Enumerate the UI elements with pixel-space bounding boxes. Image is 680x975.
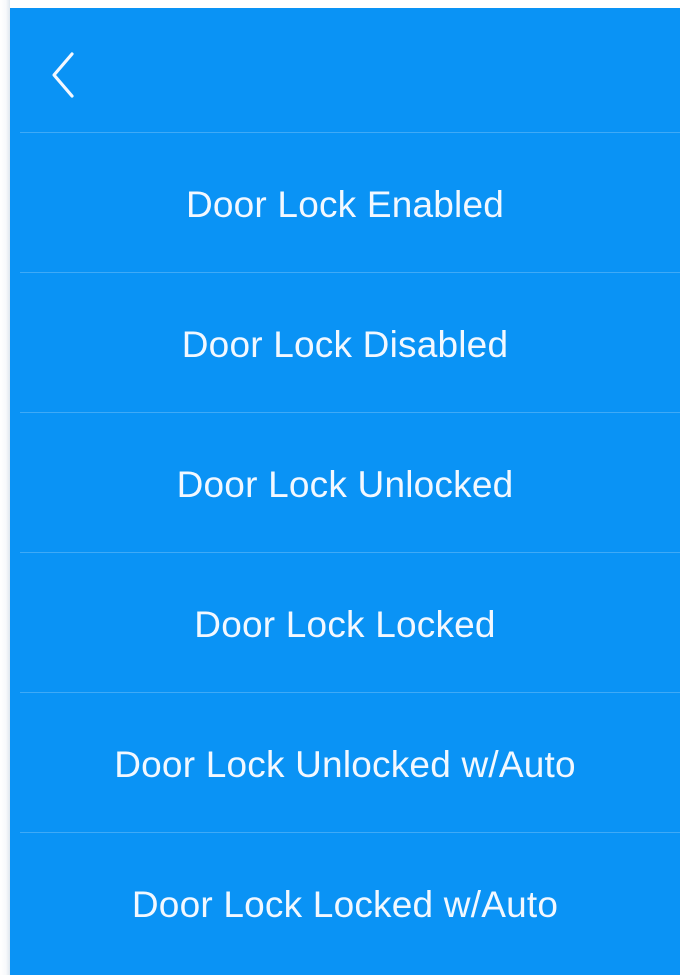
menu-item-door-lock-enabled[interactable]: Door Lock Enabled — [10, 132, 680, 272]
menu-item-door-lock-locked-auto[interactable]: Door Lock Locked w/Auto — [10, 832, 680, 972]
menu-item-label: Door Lock Locked w/Auto — [131, 883, 559, 925]
header-bar — [10, 8, 680, 132]
menu-divider — [20, 132, 680, 133]
menu-item-label: Door Lock Unlocked — [176, 463, 514, 505]
menu-divider — [20, 832, 680, 833]
door-lock-menu-panel: Door Lock Enabled Door Lock Disabled Doo… — [10, 8, 680, 975]
menu-divider — [20, 412, 680, 413]
back-button[interactable] — [36, 48, 90, 102]
door-lock-options-list: Door Lock Enabled Door Lock Disabled Doo… — [10, 132, 680, 975]
menu-item-door-lock-disabled[interactable]: Door Lock Disabled — [10, 272, 680, 412]
menu-item-label: Door Lock Locked — [194, 603, 496, 645]
menu-divider — [20, 692, 680, 693]
menu-item-label: Door Lock Disabled — [181, 323, 509, 365]
chevron-left-icon — [52, 52, 74, 98]
menu-item-door-lock-unlocked-auto[interactable]: Door Lock Unlocked w/Auto — [10, 692, 680, 832]
left-edge-shadow — [0, 0, 10, 975]
menu-item-label: Door Lock Enabled — [185, 183, 505, 225]
menu-item-door-lock-locked[interactable]: Door Lock Locked — [10, 552, 680, 692]
menu-item-label: Door Lock Unlocked w/Auto — [114, 743, 576, 785]
screen: Door Lock Enabled Door Lock Disabled Doo… — [0, 0, 680, 975]
menu-divider — [20, 552, 680, 553]
menu-item-door-lock-unlocked[interactable]: Door Lock Unlocked — [10, 412, 680, 552]
menu-divider — [20, 272, 680, 273]
